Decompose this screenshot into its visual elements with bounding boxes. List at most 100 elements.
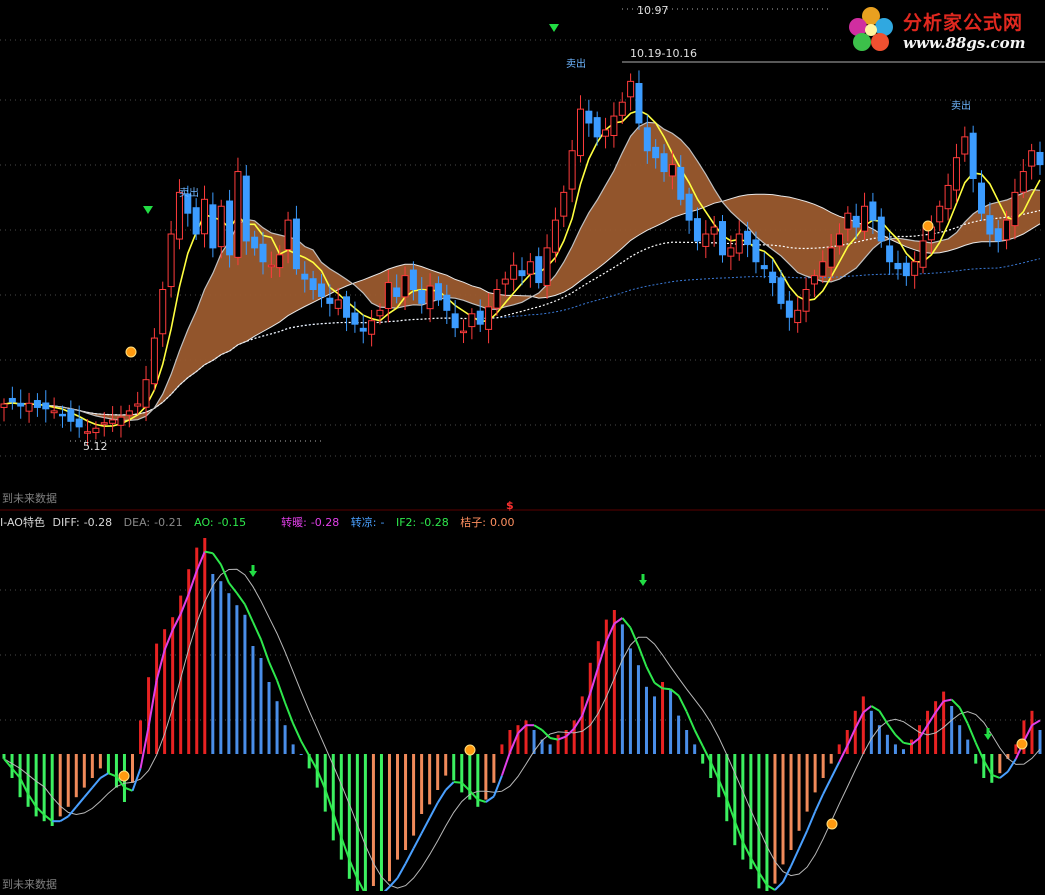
diff-segment [645,666,656,684]
diff-segment [268,661,278,681]
dollar-marker: $ [506,499,514,512]
histogram-bar [548,744,552,754]
candle-body [585,110,593,124]
histogram-bar [387,754,391,882]
candle-body [1011,191,1019,227]
chart-svg [0,8,1045,895]
orange-ball-icon [1016,738,1028,750]
diff-readout: DIFF: -0.28 [52,516,116,529]
if2-readout: IF2: -0.28 [396,516,453,529]
juzi-readout: 桔子: 0.00 [460,516,518,529]
down-arrow-icon [249,565,257,577]
histogram-bar [339,754,343,860]
candle-body [284,219,292,251]
candle-body [510,264,518,280]
candle-body [827,247,835,268]
histogram-bar [893,744,897,754]
histogram-bar [516,725,520,754]
diff-segment [59,815,69,823]
candle-body [652,146,660,159]
histogram-bar [653,696,657,754]
candle-body [84,431,92,434]
histogram-bar [420,754,424,814]
diff-segment [453,781,462,784]
histogram-bar [693,744,697,754]
histogram-bar [733,754,737,846]
candle-body [643,127,651,152]
candle-body [568,150,576,190]
histogram-bar [821,754,825,778]
juzi-label: 桔子: [460,516,486,529]
diff-segment [662,687,671,691]
candle-body [0,403,8,408]
candle-body [209,204,217,249]
candle-body [810,275,818,285]
candle-body [142,379,150,408]
candle-body [518,270,526,277]
histogram-bar [958,725,962,754]
diff-segment [211,552,222,565]
histogram-bar [98,754,102,769]
candle-body [936,205,944,223]
candle-body [1019,171,1027,193]
orange-ball-icon [118,770,130,782]
candle-body [602,129,610,137]
histogram-bar [644,686,648,754]
histogram-bar [628,648,632,754]
histogram-bar [299,754,303,755]
histogram-bar [685,730,689,754]
candle-body [944,184,952,210]
histogram-bar [460,754,464,793]
candle-body [844,212,852,230]
candle-body [426,285,434,310]
if2-label: IF2: [395,516,417,529]
candle-body [75,418,83,428]
histogram-bar [677,715,681,754]
candle-body [719,221,727,256]
high-price-label: 10.97 [637,4,669,17]
diff-segment [806,811,817,832]
histogram-bar [564,730,568,754]
diff-segment [83,786,94,798]
candle-body [334,299,342,309]
candle-body [852,215,860,228]
candle-body [443,294,451,311]
histogram-bar [227,593,231,754]
histogram-bar [588,662,592,754]
histogram-bar [885,734,889,754]
histogram-bar [773,754,777,884]
diff-segment [822,777,833,795]
logo-url: www.88gs.com [903,34,1026,52]
candle-body [451,313,459,329]
diff-segment [693,729,704,747]
candle-body [485,306,493,330]
histogram-bar [267,682,271,754]
histogram-bar [412,754,416,836]
candle-body [819,261,827,277]
candle-body [902,262,910,277]
histogram-bar [26,754,30,807]
histogram-bar [492,754,496,783]
diff-segment [236,592,246,605]
candle-body [493,289,501,309]
candle-body [835,233,843,247]
candle-body [794,309,802,324]
candle-body [67,409,75,422]
histogram-bar [596,641,600,754]
histogram-bar [661,682,665,754]
candle-body [877,216,885,242]
orange-ball-icon [826,818,838,830]
diff-segment [500,752,511,776]
diff-segment [99,772,109,779]
histogram-bar [869,710,873,754]
candle-body [911,261,919,276]
low-price-label: 5.12 [83,440,108,453]
candle-body [309,278,317,290]
zhuanliang-value: - [380,516,385,529]
candle-body [978,182,986,214]
sell-triangle-icon [143,206,153,214]
histogram-bar [275,701,279,754]
candle-body [752,239,760,263]
candle-body [668,164,676,177]
site-logo[interactable]: 分析家公式网 www.88gs.com [843,2,1041,56]
